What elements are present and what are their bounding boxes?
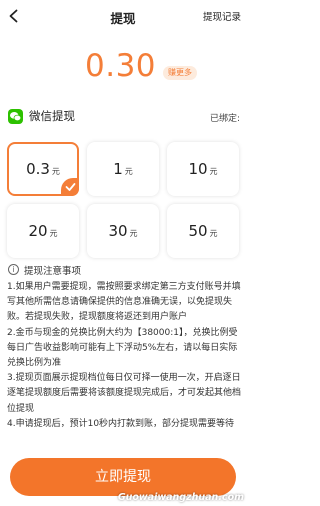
payment-method-row[interactable]: 微信提现 已绑定:	[8, 106, 240, 128]
rule-text: 3.提现页面展示提现档位每日仅可择一使用一次，开启逐日逐笔提现额度后需要将该额度…	[7, 373, 242, 414]
amount-option-30[interactable]: 30 元	[87, 204, 159, 258]
notice-rules: 1.如果用户需要提现，需按照要求绑定第三方支付账号并填写其他所需信息请确保提供的…	[7, 280, 241, 432]
selected-check-icon	[61, 178, 79, 196]
rule-text: 1.如果用户需要提现，需按照要求绑定第三方支付账号并填写其他所需信息请确保提供的…	[7, 282, 241, 323]
balance-amount: 0.30	[85, 48, 157, 84]
earn-more-badge[interactable]: 赚更多	[163, 66, 197, 80]
amount-option-value: 50	[188, 222, 208, 240]
amount-option-unit: 元	[209, 229, 218, 238]
rule-text: 2.金币与现金的兑换比例大约为【38000:1】，兑换比例受每日广告收益影响可能…	[7, 327, 238, 369]
amount-option-0-3[interactable]: 0.3 元	[7, 142, 79, 196]
amount-option-10[interactable]: 10 元	[167, 142, 239, 196]
info-icon: i	[8, 264, 19, 275]
notice-header: i 提现注意事项	[8, 263, 240, 277]
watermark: Guowaiwangzhuan.com	[117, 492, 244, 503]
amount-option-value: 30	[108, 222, 128, 240]
amount-option-unit: 元	[129, 229, 138, 238]
amount-option-value: 20	[28, 222, 48, 240]
amount-option-1[interactable]: 1元	[87, 142, 159, 196]
notice-title: 提现注意事项	[24, 266, 82, 277]
amount-option-50[interactable]: 50 元	[167, 204, 239, 258]
top-bar: 提现 提现记录	[0, 0, 246, 34]
wechat-icon	[8, 109, 23, 124]
amount-option-unit: 元	[49, 229, 58, 238]
rule-text: 4.申请提现后，预计10秒内打款到账，部分提现需要等待	[7, 418, 235, 429]
withdraw-record-link[interactable]: 提现记录	[203, 9, 241, 23]
amount-option-20[interactable]: 20 元	[7, 204, 79, 258]
amount-option-value: 10	[188, 160, 208, 178]
amount-option-unit: 元	[124, 167, 133, 176]
payment-method-label: 微信提现	[29, 109, 75, 123]
amount-option-unit: 元	[209, 167, 218, 176]
bound-status: 已绑定:	[209, 114, 240, 124]
withdraw-now-button[interactable]: 立即提现	[10, 458, 236, 496]
amount-option-value: 0.3	[26, 160, 50, 178]
amount-option-value: 1	[113, 160, 123, 178]
amount-option-unit: 元	[51, 167, 60, 176]
